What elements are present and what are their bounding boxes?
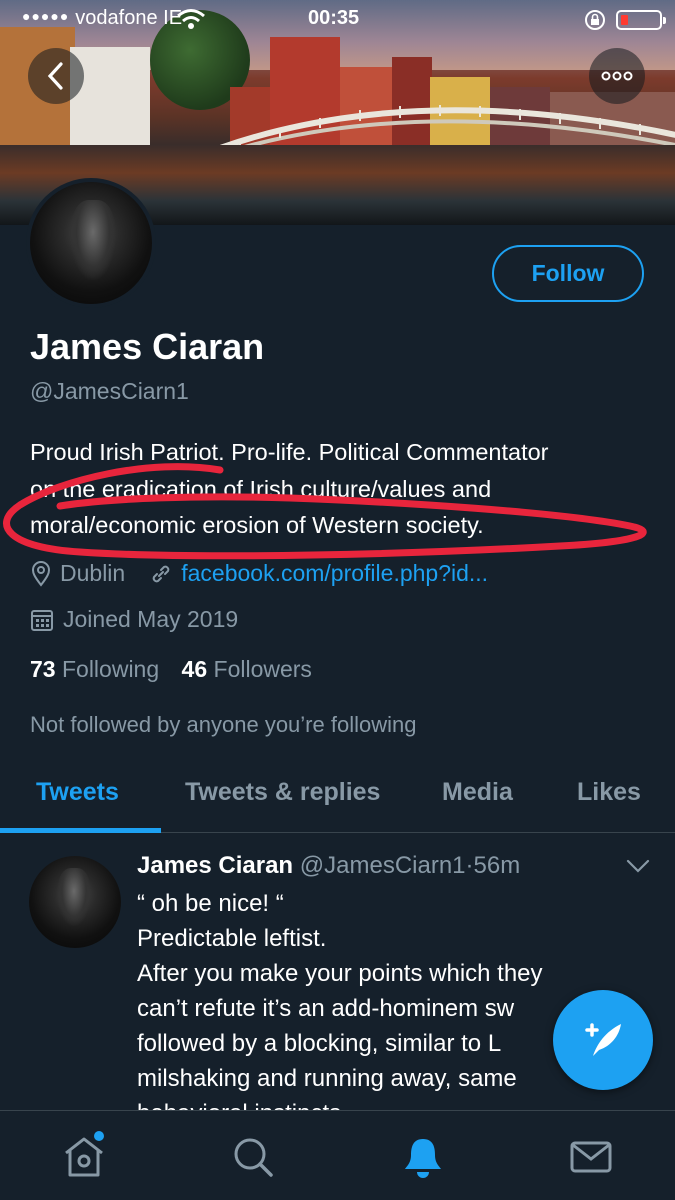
chevron-down-icon[interactable] — [626, 858, 650, 874]
bio-line: moral/economic erosion of Western societ… — [30, 512, 484, 538]
location-text: Dublin — [60, 560, 126, 586]
location-pin-icon — [31, 560, 51, 587]
website-link[interactable]: facebook.com/profile.php?id... — [181, 560, 488, 587]
tweet-line: “ oh be nice! “ — [137, 890, 284, 917]
followers-label: Followers — [213, 656, 312, 682]
joined-date: Joined May 2019 — [30, 606, 238, 633]
followers-link[interactable]: 46 Followers — [182, 656, 312, 682]
following-count: 73 — [30, 656, 56, 682]
status-bar: ●●●●● vodafone IE 00:35 — [0, 0, 675, 40]
bio-line: Proud Irish Patriot. Pro-life. Political… — [30, 439, 549, 465]
profile-tabs: Tweets Tweets & replies Media Likes — [0, 760, 675, 833]
compose-tweet-icon — [585, 1023, 621, 1056]
tab-media[interactable]: Media — [442, 778, 513, 807]
tweet-author-handle: @JamesCiarn1 — [299, 852, 466, 879]
following-link[interactable]: 73 Following — [30, 656, 159, 682]
profile-bio: Proud Irish Patriot. Pro-life. Political… — [30, 434, 655, 544]
tweet-avatar[interactable] — [29, 856, 121, 948]
tweet-separator: · — [465, 852, 474, 879]
tab-tweets-replies[interactable]: Tweets & replies — [185, 778, 380, 807]
tweet-header: James Ciaran @JamesCiarn1·56m — [137, 852, 520, 880]
website[interactable]: facebook.com/profile.php?id... — [149, 560, 488, 587]
joined-text: Joined May 2019 — [63, 606, 239, 632]
tweet-line: After you make your points which they — [137, 960, 543, 987]
home-icon[interactable] — [62, 1135, 106, 1179]
mail-icon[interactable] — [569, 1135, 613, 1179]
profile-meta: Dublin facebook.com/profile.php?id... — [30, 560, 488, 587]
status-time: 00:35 — [308, 7, 360, 29]
compose-tweet-button[interactable] — [553, 990, 653, 1090]
not-followed-note: Not followed by anyone you’re following — [30, 712, 417, 737]
following-label: Following — [61, 656, 160, 682]
tab-likes[interactable]: Likes — [577, 778, 641, 807]
carrier-label: ●●●●● vodafone IE — [22, 7, 183, 29]
tweet-text: “ oh be nice! “ Predictable leftist. Aft… — [137, 886, 637, 1131]
search-icon[interactable] — [231, 1135, 275, 1179]
rotation-lock-icon — [585, 10, 605, 30]
battery-icon — [616, 10, 666, 30]
tab-tweets[interactable]: Tweets — [36, 778, 119, 807]
link-icon — [152, 565, 170, 582]
follow-button[interactable]: Follow — [492, 245, 644, 302]
bottom-navigation — [0, 1110, 675, 1200]
profile-handle: @JamesCiarn1 — [30, 378, 189, 404]
profile-name: James Ciaran — [30, 326, 265, 367]
calendar-icon — [31, 609, 53, 631]
location: Dublin — [30, 560, 125, 587]
back-button[interactable] — [28, 48, 84, 104]
profile-avatar[interactable] — [26, 178, 156, 308]
bell-icon[interactable] — [401, 1135, 445, 1179]
wifi-icon — [177, 9, 205, 29]
follow-counts: 73 Following 46 Followers — [30, 656, 312, 683]
tweet-author-name[interactable]: James Ciaran — [137, 852, 293, 879]
chevron-left-icon — [47, 62, 63, 90]
more-options-button[interactable] — [589, 48, 645, 104]
tweet-time: 56m — [473, 852, 521, 879]
active-tab-indicator — [0, 828, 161, 833]
tweet-line: Predictable leftist. — [137, 925, 327, 952]
bio-line: on the eradication of Irish culture/valu… — [30, 475, 492, 502]
more-dots-icon — [601, 71, 633, 81]
signal-dots-icon: ●●●●● — [22, 8, 70, 24]
home-notification-dot — [94, 1131, 104, 1141]
followers-count: 46 — [181, 656, 208, 682]
